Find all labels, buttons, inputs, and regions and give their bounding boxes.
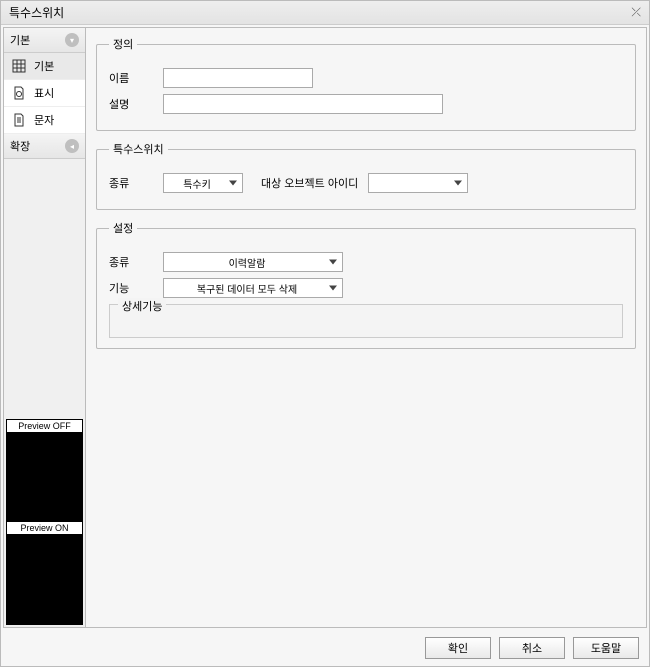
row-settings-kind: 종류 이력알람: [109, 252, 623, 272]
preview-panel: Preview OFF Preview ON: [6, 419, 83, 625]
sidebar: 기본 ▾ 기본 표시: [4, 28, 86, 627]
dropdown-special-kind[interactable]: 특수키: [163, 173, 243, 193]
dropdown-target-id[interactable]: [368, 173, 468, 193]
window-title: 특수스위치: [9, 4, 64, 21]
ok-button[interactable]: 확인: [425, 637, 491, 659]
label-special-kind: 종류: [109, 175, 153, 191]
label-settings-func: 기능: [109, 280, 153, 296]
row-special-kind: 종류 특수키 대상 오브젝트 아이디: [109, 173, 623, 193]
fieldset-special: 특수스위치 종류 특수키 대상 오브젝트 아이디: [96, 141, 636, 210]
fieldset-settings: 설정 종류 이력알람 기능 복구된 데이터 모두 삭제 상세기: [96, 220, 636, 349]
preview-on-area: [7, 534, 82, 624]
sidebar-section-basic[interactable]: 기본 ▾: [4, 28, 85, 53]
legend-definition: 정의: [109, 36, 137, 52]
grid-icon: [12, 59, 26, 73]
input-desc[interactable]: [163, 94, 443, 114]
sidebar-item-label: 표시: [34, 85, 54, 101]
cancel-button[interactable]: 취소: [499, 637, 565, 659]
sidebar-item-label: 문자: [34, 112, 54, 128]
help-button[interactable]: 도움말: [573, 637, 639, 659]
label-target-id: 대상 오브젝트 아이디: [261, 175, 358, 191]
chevron-down-icon: [329, 260, 337, 265]
sidebar-item-display[interactable]: 표시: [4, 80, 85, 107]
row-name: 이름: [109, 68, 623, 88]
dialog-window: 특수스위치 ⤫ 기본 ▾ 기본 표시: [0, 0, 650, 667]
text-icon: [12, 113, 26, 127]
dropdown-settings-kind[interactable]: 이력알람: [163, 252, 343, 272]
main-panel: 정의 이름 설명 특수스위치 종류 특수키 대: [86, 28, 646, 627]
legend-detail: 상세기능: [118, 298, 166, 314]
legend-settings: 설정: [109, 220, 137, 236]
label-name: 이름: [109, 70, 153, 86]
preview-on-label: Preview ON: [7, 522, 82, 534]
input-name[interactable]: [163, 68, 313, 88]
sidebar-section-extend[interactable]: 확장 ◂: [4, 134, 85, 159]
body-area: 기본 ▾ 기본 표시: [3, 27, 647, 628]
dropdown-value: 특수키: [183, 176, 211, 191]
dropdown-value: 이력알람: [229, 255, 266, 270]
sidebar-section-label: 확장: [10, 138, 30, 154]
sidebar-items: 기본 표시 문자: [4, 53, 85, 134]
sidebar-item-text[interactable]: 문자: [4, 107, 85, 134]
row-desc: 설명: [109, 94, 623, 114]
sidebar-item-label: 기본: [34, 58, 54, 74]
chevron-down-icon: [329, 286, 337, 291]
preview-off-area: [7, 432, 82, 522]
document-icon: [12, 86, 26, 100]
expand-icon: ◂: [65, 139, 79, 153]
footer: 확인 취소 도움말: [1, 630, 649, 666]
preview-off-label: Preview OFF: [7, 420, 82, 432]
fieldset-definition: 정의 이름 설명: [96, 36, 636, 131]
chevron-down-icon: [454, 181, 462, 186]
dropdown-settings-func[interactable]: 복구된 데이터 모두 삭제: [163, 278, 343, 298]
sidebar-item-basic[interactable]: 기본: [4, 53, 85, 80]
sidebar-section-label: 기본: [10, 32, 30, 48]
row-settings-func: 기능 복구된 데이터 모두 삭제: [109, 278, 623, 298]
titlebar: 특수스위치 ⤫: [1, 1, 649, 25]
chevron-down-icon: [229, 181, 237, 186]
close-icon[interactable]: ⤫: [631, 5, 641, 20]
sidebar-spacer: [4, 159, 85, 417]
collapse-icon: ▾: [65, 33, 79, 47]
dropdown-value: 복구된 데이터 모두 삭제: [197, 281, 297, 296]
group-detail: 상세기능: [109, 304, 623, 338]
label-settings-kind: 종류: [109, 254, 153, 270]
legend-special: 특수스위치: [109, 141, 168, 157]
label-desc: 설명: [109, 96, 153, 112]
